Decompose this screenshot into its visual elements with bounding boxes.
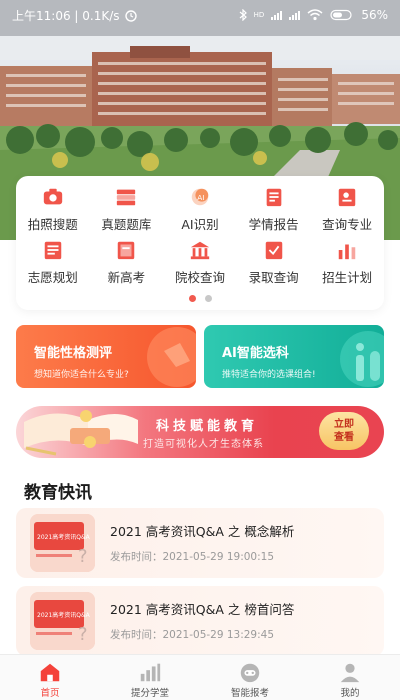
menu-item[interactable]: 录取查询 — [237, 239, 311, 292]
bluetooth-icon — [239, 9, 247, 21]
books-icon — [113, 186, 139, 208]
svg-text:AI: AI — [197, 193, 204, 202]
signal-icon-2 — [289, 10, 301, 20]
menu-item-label: 学情报告 — [248, 217, 299, 232]
battery-icon — [330, 9, 352, 21]
ai-decoration-icon — [340, 331, 384, 387]
report-icon — [261, 186, 287, 208]
search-major-icon — [334, 186, 360, 208]
enroll-chart-icon — [334, 239, 360, 261]
banner-title: 科技赋能教育 — [156, 419, 259, 434]
news-section-title: 教育快讯 — [24, 483, 92, 503]
menu-item-label: 拍照搜题 — [27, 217, 78, 232]
book-icon — [113, 239, 139, 261]
robot-icon — [238, 660, 262, 684]
svg-text:?: ? — [78, 546, 88, 567]
books-illustration-icon — [24, 410, 138, 456]
news-thumbnail: 2021高考资讯Q&A? — [30, 592, 95, 650]
menu-item[interactable]: 查询专业 — [310, 186, 384, 239]
menu-item[interactable]: 院校查询 — [163, 239, 237, 292]
nav-item-label: 首页 — [40, 688, 60, 699]
status-bar: 上午11:06 | 0.1K/s HD 56% — [0, 0, 400, 30]
personality-test-card[interactable]: 智能性格测评 想知道你适合什么专业? — [16, 325, 196, 388]
news-publish-time: 发布时间：2021-05-29 13:29:45 — [110, 629, 275, 641]
menu-item[interactable]: 真题题库 — [90, 186, 164, 239]
menu-item[interactable]: 招生计划 — [310, 239, 384, 292]
user-icon — [338, 660, 362, 684]
bar-chart-icon — [138, 660, 162, 684]
nav-item[interactable]: 提分学堂 — [100, 655, 200, 700]
menu-item-label: 新高考 — [107, 270, 146, 285]
news-thumbnail: 2021高考资讯Q&A? — [30, 514, 95, 572]
feature-menu-card: 拍照搜题 真题题库 AI AI识别 学情报告 查询专业志愿规划 新高考 院校查询 录取查询 招生计… — [16, 176, 384, 310]
signal-icon — [271, 10, 283, 20]
news-title: 2021 高考资讯Q&A 之 概念解析 — [110, 524, 295, 539]
menu-item-label: 录取查询 — [248, 270, 299, 285]
menu-item-label: 院校查询 — [174, 270, 225, 285]
menu-item[interactable]: 拍照搜题 — [16, 186, 90, 239]
news-item[interactable]: 2021高考资讯Q&A? 2021 高考资讯Q&A 之 榜首问答 发布时间：2021… — [16, 586, 384, 656]
menu-item-label: 查询专业 — [322, 217, 373, 232]
svg-text:?: ? — [78, 624, 88, 645]
ai-subject-card[interactable]: AI智能选科 推特适合你的选课组合! — [204, 325, 384, 388]
news-title: 2021 高考资讯Q&A 之 榜首问答 — [110, 602, 295, 617]
nav-item-label: 智能报考 — [230, 688, 269, 699]
nav-item-label: 我的 — [340, 688, 360, 699]
nav-item[interactable]: 首页 — [0, 655, 100, 700]
home-icon — [38, 660, 62, 684]
menu-item-label: 志愿规划 — [27, 270, 78, 285]
view-now-button[interactable]: 立即 查看 — [319, 412, 369, 450]
svg-text:2021高考资讯Q&A: 2021高考资讯Q&A — [37, 533, 91, 541]
news-item[interactable]: 2021高考资讯Q&A? 2021 高考资讯Q&A 之 概念解析 发布时间：2021… — [16, 508, 384, 578]
nav-item[interactable]: 智能报考 — [200, 655, 300, 700]
menu-item-label: AI识别 — [181, 217, 219, 232]
network-type-label: HD — [253, 11, 265, 19]
nav-item-label: 提分学堂 — [130, 688, 169, 699]
svg-text:2021高考资讯Q&A: 2021高考资讯Q&A — [37, 611, 91, 619]
promo-banner[interactable]: 科技赋能教育 打造可视化人才生态体系 立即 查看 — [16, 398, 384, 464]
feature-menu-grid: 拍照搜题 真题题库 AI AI识别 学情报告 查询专业志愿规划 新高考 院校查询 录取查询 招生计… — [16, 186, 384, 292]
admission-icon — [261, 239, 287, 261]
battery-level: 56% — [361, 8, 388, 22]
view-now-label: 立即 查看 — [334, 419, 354, 443]
pager-dot[interactable] — [204, 295, 212, 302]
plan-icon — [40, 239, 66, 261]
news-publish-time: 发布时间：2021-05-29 19:00:15 — [110, 551, 275, 563]
menu-item[interactable]: 新高考 — [90, 239, 164, 292]
bottom-navigation: 首页 提分学堂 智能报考 我的 — [0, 654, 400, 700]
banner-subtitle: 打造可视化人才生态体系 — [143, 439, 264, 450]
camera-icon — [40, 186, 66, 208]
ai-icon: AI — [187, 186, 213, 208]
pager-dot[interactable] — [188, 295, 196, 302]
menu-item-label: 招生计划 — [322, 270, 373, 285]
wifi-icon — [307, 9, 323, 21]
menu-item[interactable]: AI AI识别 — [163, 186, 237, 239]
pager-dots — [16, 295, 384, 302]
menu-item-label: 真题题库 — [101, 217, 152, 232]
status-time-speed: 上午11:06 | 0.1K/s — [12, 8, 120, 23]
personality-decoration-icon — [147, 327, 196, 387]
school-icon — [187, 239, 213, 261]
alarm-icon — [124, 10, 137, 22]
nav-item[interactable]: 我的 — [300, 655, 400, 700]
menu-item[interactable]: 学情报告 — [237, 186, 311, 239]
menu-item[interactable]: 志愿规划 — [16, 239, 90, 292]
